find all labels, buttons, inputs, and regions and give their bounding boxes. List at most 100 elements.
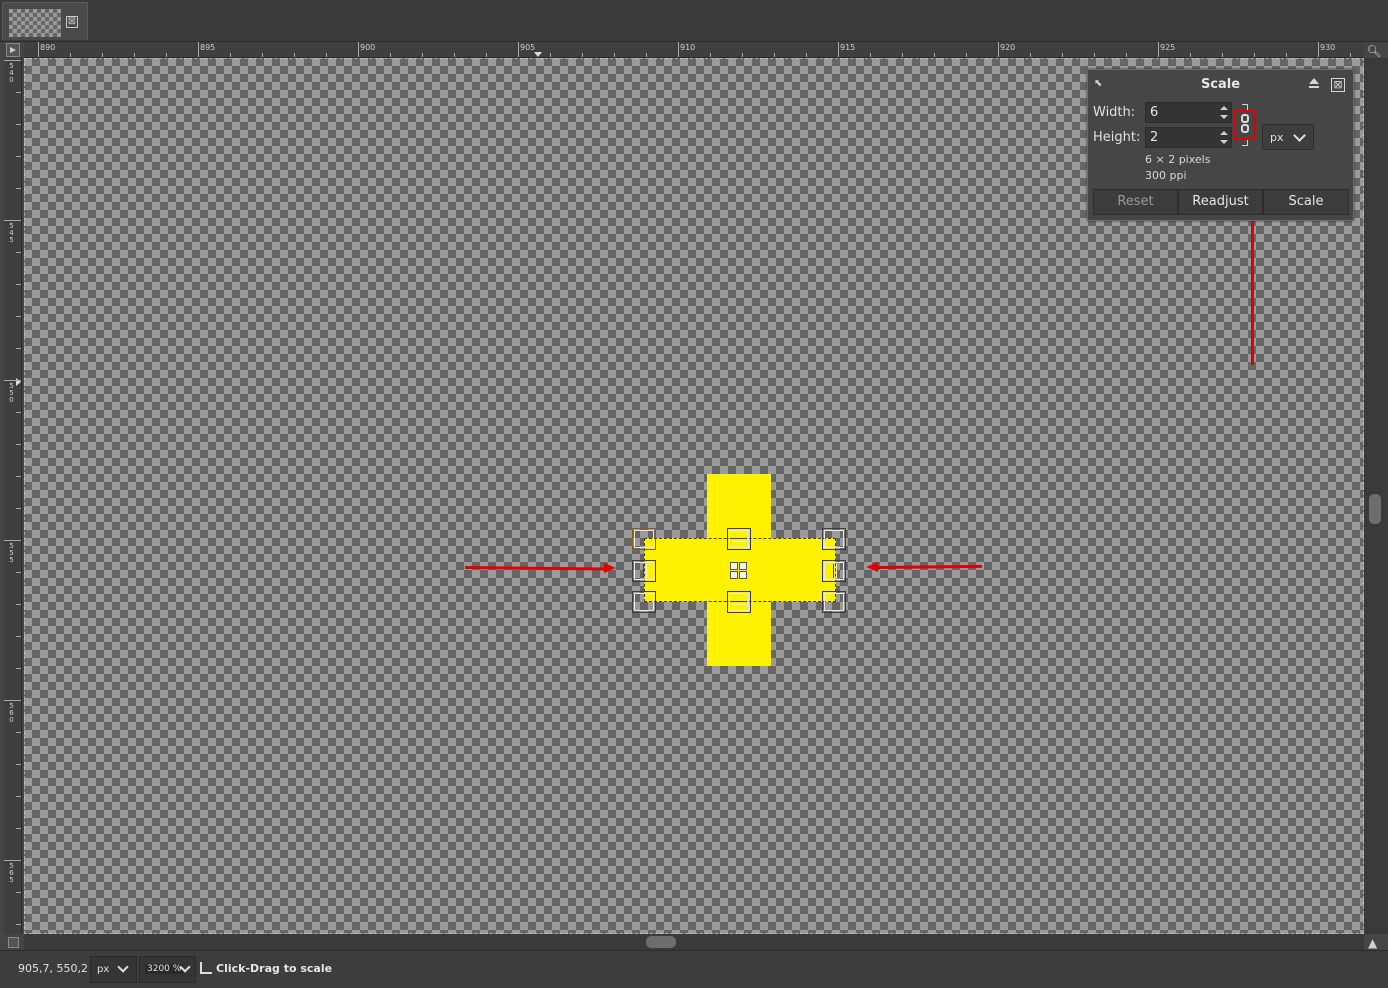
- ruler-tick: [838, 42, 839, 57]
- ruler-tick: [710, 53, 711, 57]
- ruler-tick: [16, 668, 21, 669]
- ruler-tick: [70, 53, 71, 57]
- scale-handle-left[interactable]: [632, 560, 656, 582]
- chevron-down-icon: [117, 961, 129, 973]
- ruler-tick: [1030, 53, 1031, 57]
- height-value: 2: [1150, 130, 1159, 145]
- ruler-label: 565: [9, 862, 14, 884]
- horizontal-ruler[interactable]: 890 895 900 905 910 915 920 925 930: [24, 42, 1364, 58]
- scale-handle-bottom[interactable]: [727, 591, 751, 613]
- ruler-tick: [646, 53, 647, 57]
- ruler-tick: [390, 53, 391, 57]
- ruler-tick: [678, 42, 679, 57]
- ruler-label: 540: [9, 62, 14, 84]
- scale-handle-center-move-icon[interactable]: [728, 560, 750, 582]
- ruler-tick: [422, 53, 423, 57]
- scale-handle-bottom-right[interactable]: [822, 591, 846, 613]
- ruler-tick: [934, 53, 935, 57]
- ruler-tick: [16, 828, 21, 829]
- ruler-tick: [16, 124, 21, 125]
- scale-handle-bottom-left[interactable]: [632, 591, 656, 613]
- width-field[interactable]: 6: [1145, 102, 1232, 123]
- ruler-tick: [1254, 53, 1255, 57]
- vertical-scrollbar-thumb[interactable]: [1369, 494, 1381, 524]
- vertical-scrollbar[interactable]: [1364, 58, 1388, 934]
- ruler-tick: [198, 42, 199, 57]
- ruler-tick: [614, 53, 615, 57]
- height-increment-icon[interactable]: [1220, 131, 1228, 135]
- ruler-tick: [16, 188, 21, 189]
- ruler-tick: [998, 42, 999, 57]
- ruler-tick: [966, 53, 967, 57]
- vertical-ruler[interactable]: 540 545 550 555 560 565: [4, 58, 22, 934]
- status-unit-dropdown[interactable]: px: [90, 956, 137, 983]
- ruler-tick: [1222, 53, 1223, 57]
- width-label: Width:: [1093, 105, 1136, 120]
- chain-link-icon[interactable]: [1234, 110, 1256, 140]
- scale-handle-top-right[interactable]: [822, 528, 846, 550]
- ruler-tick: [38, 42, 39, 57]
- zoom-to-fit-icon[interactable]: 🔍︎: [1366, 43, 1382, 59]
- ruler-tick: [16, 444, 21, 445]
- width-value: 6: [1150, 105, 1159, 120]
- ruler-tick: [16, 764, 21, 765]
- ruler-tick: [358, 42, 359, 57]
- unit-dropdown[interactable]: px: [1262, 124, 1314, 150]
- ruler-tick: [1318, 42, 1319, 57]
- quick-mask-toggle[interactable]: [8, 937, 19, 948]
- zoom-level-dropdown[interactable]: 3200 %: [139, 956, 196, 983]
- ruler-tick: [486, 53, 487, 57]
- image-thumbnail: [9, 9, 61, 37]
- dialog-close-icon[interactable]: ⊠: [1331, 78, 1345, 92]
- unit-value: px: [1270, 131, 1284, 144]
- annotation-arrowhead-left: [866, 562, 878, 572]
- scale-button[interactable]: Scale: [1263, 189, 1349, 215]
- ruler-tick: [870, 53, 871, 57]
- scale-handle-right[interactable]: [822, 560, 846, 582]
- ruler-corner-menu-button[interactable]: [6, 43, 20, 57]
- image-tab[interactable]: ⊠: [2, 2, 88, 40]
- ruler-label: 560: [9, 702, 14, 724]
- width-increment-icon[interactable]: [1220, 106, 1228, 110]
- reset-button[interactable]: Reset: [1093, 189, 1178, 215]
- ruler-tick: [16, 156, 21, 157]
- status-bar: 905,7, 550,2 px 3200 % Click-Drag to sca…: [0, 950, 1388, 988]
- height-decrement-icon[interactable]: [1220, 140, 1228, 144]
- ruler-tick: [1286, 53, 1287, 57]
- annotation-arrow-left: [464, 566, 606, 571]
- horizontal-scrollbar-thumb[interactable]: [646, 936, 676, 948]
- chevron-down-icon: [1293, 129, 1306, 142]
- ruler-tick: [166, 53, 167, 57]
- ruler-tick: [262, 53, 263, 57]
- navigate-icon[interactable]: ▲: [1368, 936, 1377, 950]
- status-unit-value: px: [97, 964, 110, 975]
- ruler-tick: [1094, 53, 1095, 57]
- ruler-tick: [16, 796, 21, 797]
- ruler-tick: [230, 53, 231, 57]
- ruler-label: 555: [9, 542, 14, 564]
- ruler-tick: [16, 732, 21, 733]
- ruler-tick: [1158, 42, 1159, 57]
- ruler-tick: [4, 540, 21, 541]
- ruler-tick: [16, 92, 21, 93]
- annotation-arrowhead-right: [604, 563, 616, 573]
- horizontal-scrollbar[interactable]: [24, 934, 1364, 950]
- ruler-tick: [16, 316, 21, 317]
- ruler-tick: [774, 53, 775, 57]
- dialog-shade-icon[interactable]: [1308, 78, 1320, 90]
- image-tab-bar: ⊠: [0, 0, 1388, 42]
- scale-handle-top[interactable]: [727, 528, 751, 550]
- ruler-tick: [16, 508, 21, 509]
- ruler-tick: [902, 53, 903, 57]
- readjust-button[interactable]: Readjust: [1178, 189, 1263, 215]
- height-field[interactable]: 2: [1145, 127, 1232, 148]
- ruler-tick: [294, 53, 295, 57]
- scale-handle-top-left[interactable]: [632, 528, 656, 550]
- ruler-tick: [4, 380, 21, 381]
- ruler-tick: [806, 53, 807, 57]
- resolution-info: 300 ppi: [1145, 169, 1187, 182]
- ruler-tick: [16, 252, 21, 253]
- ruler-label: 895: [200, 43, 216, 52]
- width-decrement-icon[interactable]: [1220, 115, 1228, 119]
- tab-close-icon[interactable]: ⊠: [66, 16, 78, 28]
